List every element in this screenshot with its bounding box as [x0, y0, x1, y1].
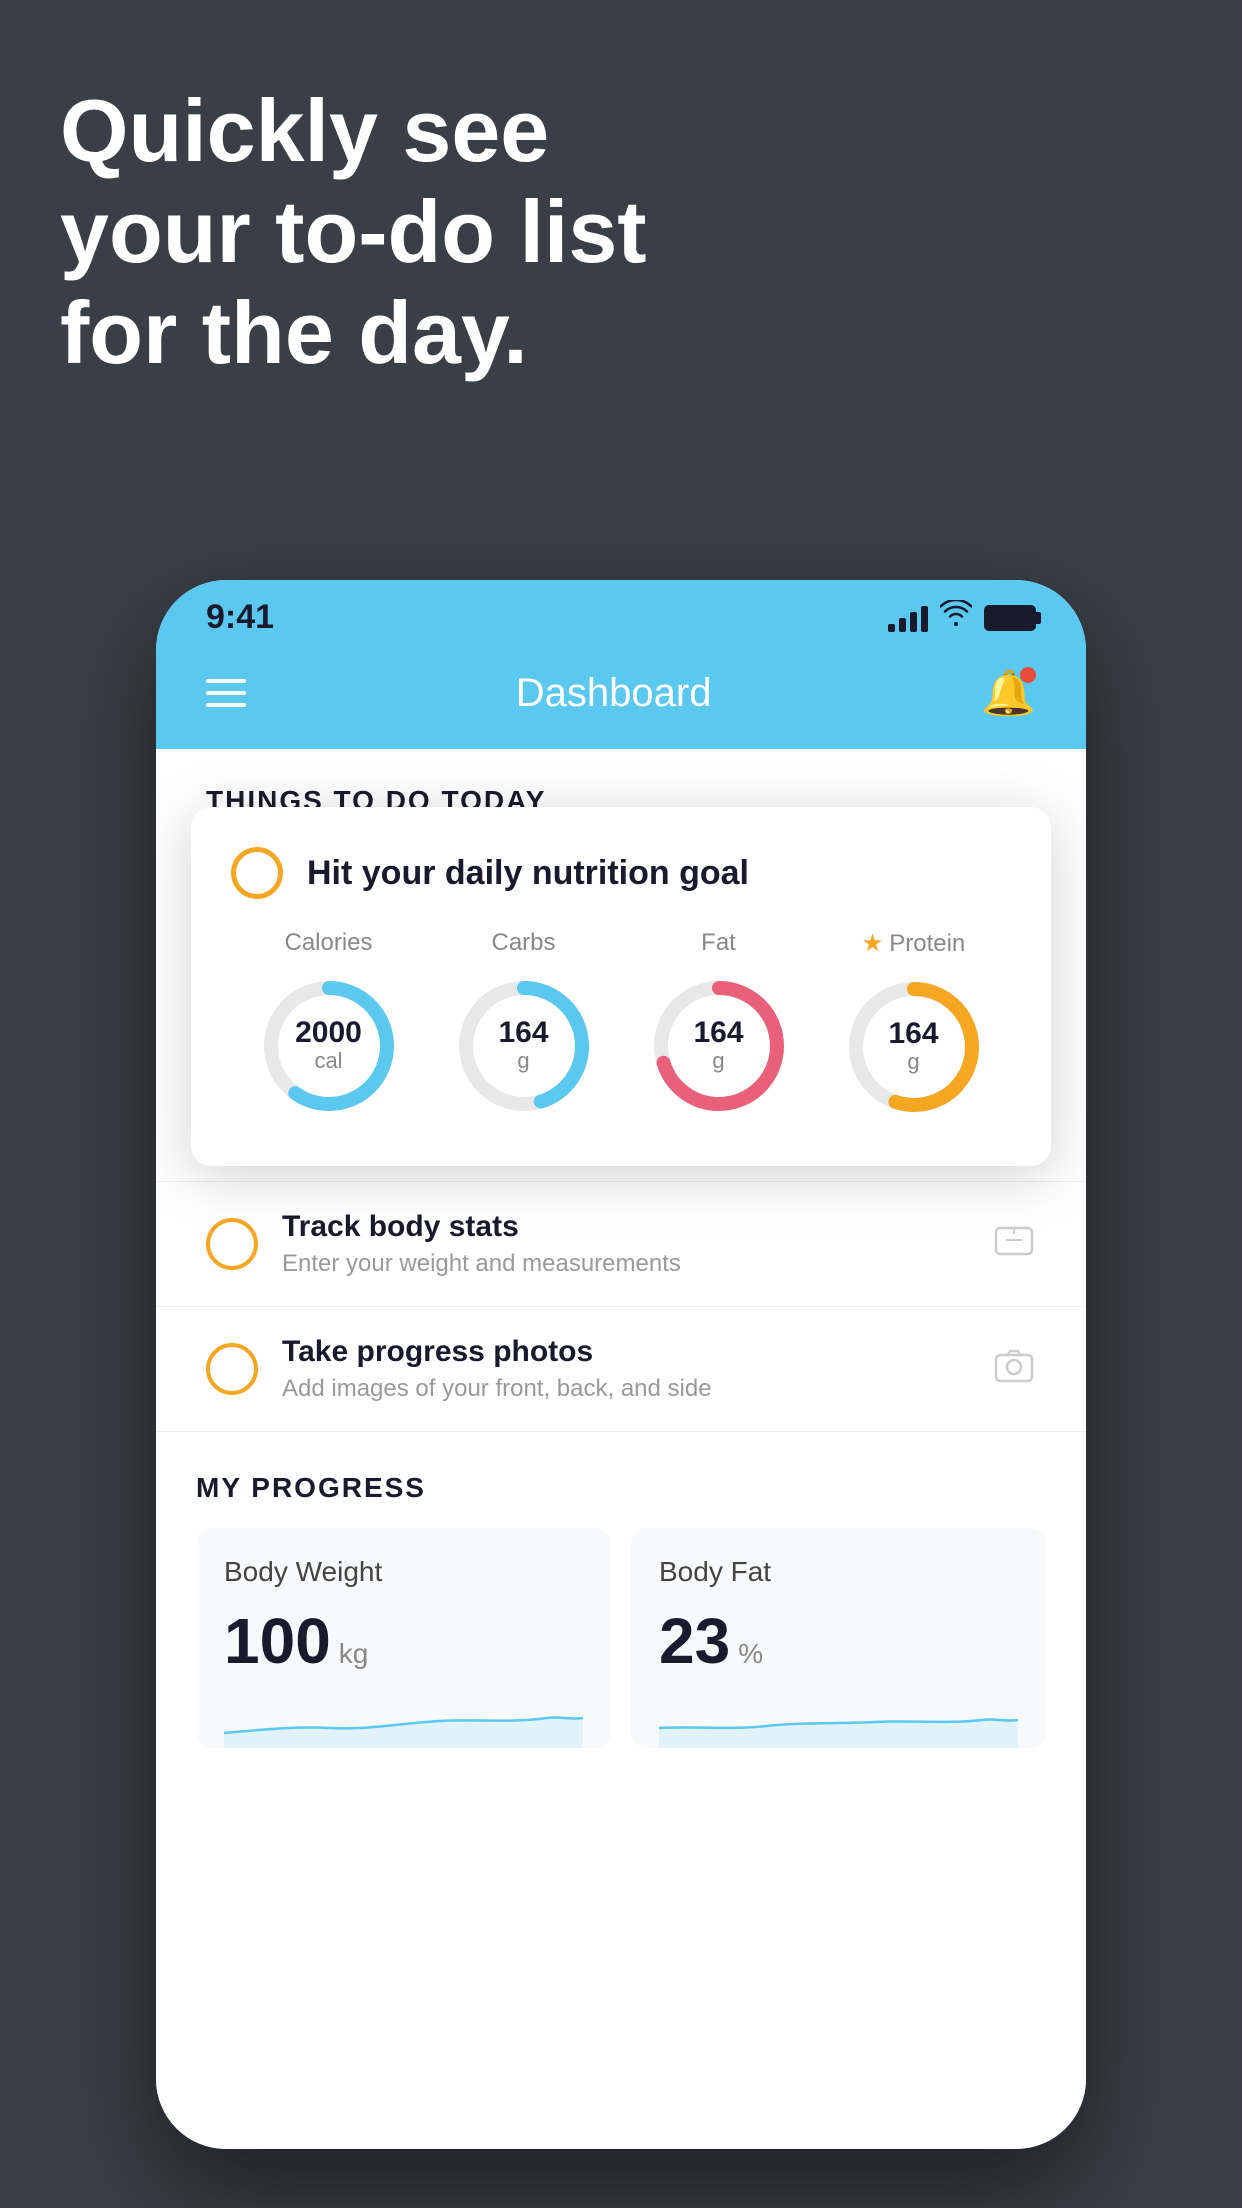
- todo-subtitle-body-stats: Enter your weight and measurements: [282, 1250, 972, 1278]
- protein-label-row: ★ Protein: [862, 929, 966, 958]
- battery-icon: [984, 605, 1036, 631]
- notification-dot: [1020, 667, 1036, 683]
- todo-circle-body-stats: [206, 1218, 258, 1270]
- nutrition-carbs: Carbs 164 g: [449, 929, 599, 1121]
- nutrition-fat: Fat 164 g: [644, 929, 794, 1121]
- nutrition-card-title: Hit your daily nutrition goal: [307, 854, 749, 893]
- carbs-unit: g: [498, 1048, 548, 1074]
- bodyfat-value-row: 23 %: [659, 1604, 1018, 1678]
- todo-text-photos: Take progress photos Add images of your …: [282, 1335, 972, 1403]
- todo-circle-photos: [206, 1343, 258, 1395]
- status-icons: [888, 600, 1036, 635]
- calories-value: 2000: [295, 1018, 362, 1048]
- weight-sparkline: [224, 1688, 583, 1748]
- phone-frame: 9:41 Dashboa: [156, 580, 1086, 2149]
- todo-item-photos[interactable]: Take progress photos Add images of your …: [156, 1307, 1086, 1432]
- protein-value: 164: [888, 1019, 938, 1049]
- weight-value: 100: [224, 1604, 331, 1678]
- wifi-icon: [940, 600, 972, 635]
- task-circle-nutrition[interactable]: [231, 847, 283, 899]
- card-title-row: Hit your daily nutrition goal: [231, 847, 1011, 899]
- calories-donut: 2000 cal: [254, 971, 404, 1121]
- headline: Quickly see your to-do list for the day.: [60, 80, 647, 384]
- protein-label: Protein: [889, 930, 965, 958]
- app-header: Dashboard 🔔: [156, 647, 1086, 749]
- bodyfat-card-title: Body Fat: [659, 1556, 1018, 1588]
- bodyfat-unit: %: [738, 1638, 763, 1670]
- nutrition-protein: ★ Protein 164 g: [839, 929, 989, 1122]
- headline-line3: for the day.: [60, 282, 647, 383]
- carbs-donut: 164 g: [449, 971, 599, 1121]
- headline-line2: your to-do list: [60, 181, 647, 282]
- headline-line1: Quickly see: [60, 80, 647, 181]
- progress-cards: Body Weight 100 kg Body Fat 23 %: [196, 1528, 1046, 1748]
- weight-value-row: 100 kg: [224, 1604, 583, 1678]
- progress-card-bodyfat[interactable]: Body Fat 23 %: [631, 1528, 1046, 1748]
- progress-section: MY PROGRESS Body Weight 100 kg B: [156, 1432, 1086, 1748]
- status-time: 9:41: [206, 598, 274, 637]
- todo-text-body-stats: Track body stats Enter your weight and m…: [282, 1210, 972, 1278]
- calories-unit: cal: [295, 1048, 362, 1074]
- carbs-label: Carbs: [491, 929, 555, 957]
- weight-card-title: Body Weight: [224, 1556, 583, 1588]
- carbs-value: 164: [498, 1018, 548, 1048]
- progress-section-title: MY PROGRESS: [196, 1472, 1046, 1504]
- fat-value: 164: [693, 1018, 743, 1048]
- fat-label: Fat: [701, 929, 736, 957]
- phone-content: THINGS TO DO TODAY Hit your daily nutrit…: [156, 749, 1086, 2149]
- notification-button[interactable]: 🔔: [981, 667, 1036, 719]
- todo-title-body-stats: Track body stats: [282, 1210, 972, 1244]
- nutrition-circles: Calories 2000 cal: [231, 929, 1011, 1122]
- status-bar: 9:41: [156, 580, 1086, 647]
- nutrition-calories: Calories 2000 cal: [254, 929, 404, 1121]
- signal-icon: [888, 604, 928, 632]
- fat-donut: 164 g: [644, 971, 794, 1121]
- todo-title-photos: Take progress photos: [282, 1335, 972, 1369]
- todo-item-body-stats[interactable]: Track body stats Enter your weight and m…: [156, 1182, 1086, 1307]
- protein-unit: g: [888, 1049, 938, 1075]
- bodyfat-sparkline: [659, 1688, 1018, 1748]
- progress-card-weight[interactable]: Body Weight 100 kg: [196, 1528, 611, 1748]
- protein-donut: 164 g: [839, 972, 989, 1122]
- star-icon: ★: [862, 929, 884, 958]
- menu-button[interactable]: [206, 679, 246, 707]
- fat-unit: g: [693, 1048, 743, 1074]
- bodyfat-value: 23: [659, 1604, 730, 1678]
- weight-unit: kg: [339, 1638, 369, 1670]
- nutrition-card: Hit your daily nutrition goal Calories: [191, 807, 1051, 1166]
- photo-icon: [992, 1345, 1036, 1394]
- header-title: Dashboard: [516, 671, 712, 716]
- todo-subtitle-photos: Add images of your front, back, and side: [282, 1375, 972, 1403]
- scale-icon: [992, 1220, 1036, 1269]
- calories-label: Calories: [284, 929, 372, 957]
